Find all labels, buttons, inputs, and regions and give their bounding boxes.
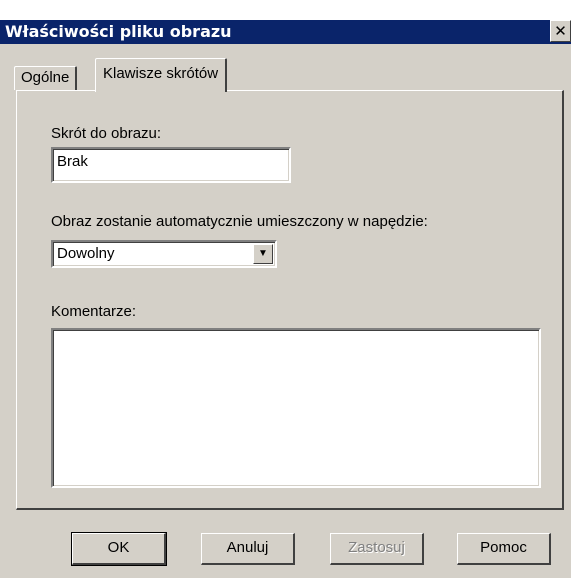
tab-general-label: Ogólne [21, 69, 70, 86]
title-bar[interactable]: Właściwości pliku obrazu ✕ [0, 20, 571, 44]
close-button[interactable]: ✕ [550, 20, 571, 42]
close-icon: ✕ [554, 22, 567, 40]
tab-shortcut-keys[interactable]: Klawisze skrótów [95, 58, 228, 92]
apply-button[interactable]: Zastosuj [330, 533, 424, 565]
tab-panel: Skrót do obrazu: Brak Obraz zostanie aut… [16, 90, 564, 510]
drive-value: Dowolny [57, 245, 115, 262]
tab-general[interactable]: Ogólne [14, 66, 78, 90]
shortcut-value: Brak [57, 153, 88, 170]
cancel-label: Anuluj [226, 539, 269, 556]
comments-label: Komentarze: [51, 303, 137, 320]
shortcut-label: Skrót do obrazu: [51, 125, 162, 142]
help-label: Pomoc [480, 539, 527, 556]
ok-button[interactable]: OK [71, 532, 167, 566]
dropdown-button[interactable]: ▼ [253, 244, 273, 264]
cancel-button[interactable]: Anuluj [201, 533, 295, 565]
drive-select[interactable]: Dowolny ▼ [51, 240, 277, 268]
ok-label: OK [107, 539, 130, 556]
chevron-down-icon: ▼ [258, 248, 268, 259]
tab-shortcut-keys-label: Klawisze skrótów [103, 65, 219, 82]
screen-margin [0, 0, 571, 20]
shortcut-field[interactable]: Brak [51, 147, 291, 183]
dialog-title: Właściwości pliku obrazu [5, 22, 232, 41]
help-button[interactable]: Pomoc [457, 533, 551, 565]
drive-label: Obraz zostanie automatycznie umieszczony… [51, 213, 428, 230]
comments-textarea[interactable] [51, 328, 541, 488]
apply-label: Zastosuj [348, 539, 405, 556]
